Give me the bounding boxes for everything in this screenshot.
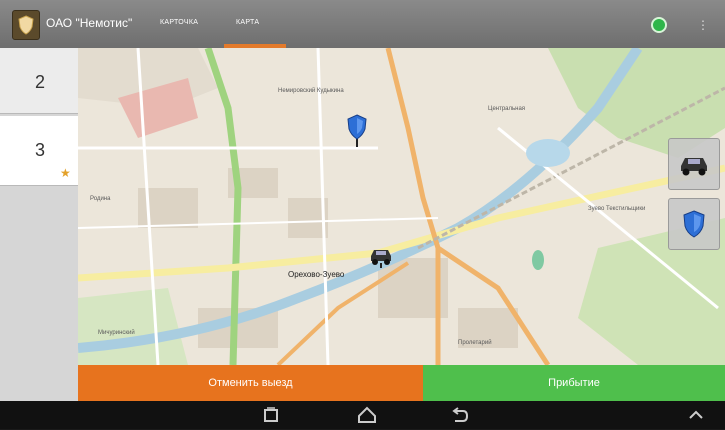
list-item-number: 3 — [35, 140, 46, 160]
map-label: Пролетарий — [458, 340, 492, 346]
overflow-menu-icon[interactable]: ⋮ — [697, 18, 709, 32]
chevron-up-icon[interactable] — [686, 405, 706, 430]
car-icon — [681, 158, 707, 176]
car-marker-icon[interactable] — [368, 244, 394, 273]
system-nav-bar — [0, 401, 725, 429]
back-icon[interactable] — [449, 405, 471, 430]
list-item-selected[interactable]: 3 ★ — [0, 116, 78, 186]
list-item-number: 2 — [35, 72, 46, 92]
map-view[interactable]: Немировский Кудыкина Центральная Зуево Т… — [78, 48, 725, 365]
app-header: ОАО "Немотис" КАРТОЧКА КАРТА ⋮ — [0, 0, 725, 48]
star-icon: ★ — [60, 166, 71, 180]
tab-map[interactable]: КАРТА — [236, 19, 259, 26]
shield-logo-icon[interactable] — [12, 10, 40, 40]
recent-apps-icon[interactable] — [261, 405, 281, 430]
call-list-sidebar: 2 3 ★ — [0, 48, 78, 401]
shield-icon — [683, 210, 705, 238]
app-title: ОАО "Немотис" — [46, 16, 133, 30]
list-item[interactable]: 2 — [0, 48, 78, 114]
city-label: Орехово-Зуево — [288, 270, 345, 279]
tab-card[interactable]: КАРТОЧКА — [160, 19, 198, 26]
map-label: Родина — [90, 196, 111, 202]
show-car-button[interactable] — [668, 138, 720, 190]
map-label: Центральная — [488, 106, 526, 112]
cancel-dispatch-button[interactable]: Отменить выезд — [78, 365, 423, 401]
arrival-button[interactable]: Прибытие — [423, 365, 725, 401]
shield-marker-icon[interactable] — [346, 114, 368, 153]
green-status-dot-icon — [651, 17, 667, 33]
map-label: Немировский Кудыкина — [278, 88, 344, 94]
home-icon[interactable] — [356, 405, 378, 430]
map-label: Мичуринский — [98, 330, 135, 336]
show-shield-button[interactable] — [668, 198, 720, 250]
map-label: Зуево Текстильщики — [588, 206, 646, 212]
